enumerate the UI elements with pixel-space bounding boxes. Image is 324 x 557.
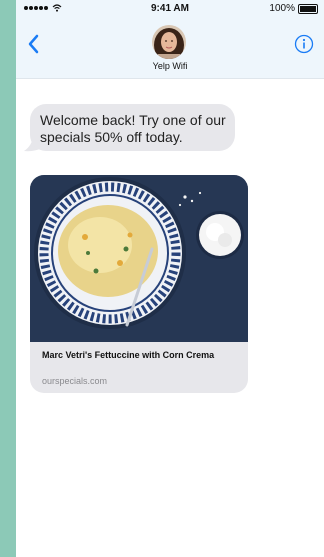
- back-chevron-icon[interactable]: [26, 34, 42, 54]
- avatar[interactable]: [152, 25, 186, 59]
- status-bar: 9:41 AM 100%: [16, 0, 324, 18]
- battery-percent: 100%: [269, 3, 295, 14]
- link-preview-image: [30, 175, 248, 342]
- battery-status: 100%: [269, 3, 318, 14]
- info-icon[interactable]: [294, 34, 314, 54]
- message-text: Welcome back! Try one of our specials 50…: [40, 112, 226, 145]
- contact-name[interactable]: Yelp Wifi: [16, 61, 324, 71]
- battery-icon: [298, 3, 318, 14]
- chat-header: 9:41 AM 100% Yelp Wifi: [16, 0, 324, 79]
- link-preview-card[interactable]: Marc Vetri's Fettuccine with Corn Crema …: [30, 175, 248, 393]
- phone-screen: 9:41 AM 100% Yelp Wifi Welcome back! Try…: [16, 0, 324, 557]
- link-url: ourspecials.com: [42, 376, 108, 386]
- link-title: Marc Vetri's Fettuccine with Corn Crema: [42, 350, 215, 360]
